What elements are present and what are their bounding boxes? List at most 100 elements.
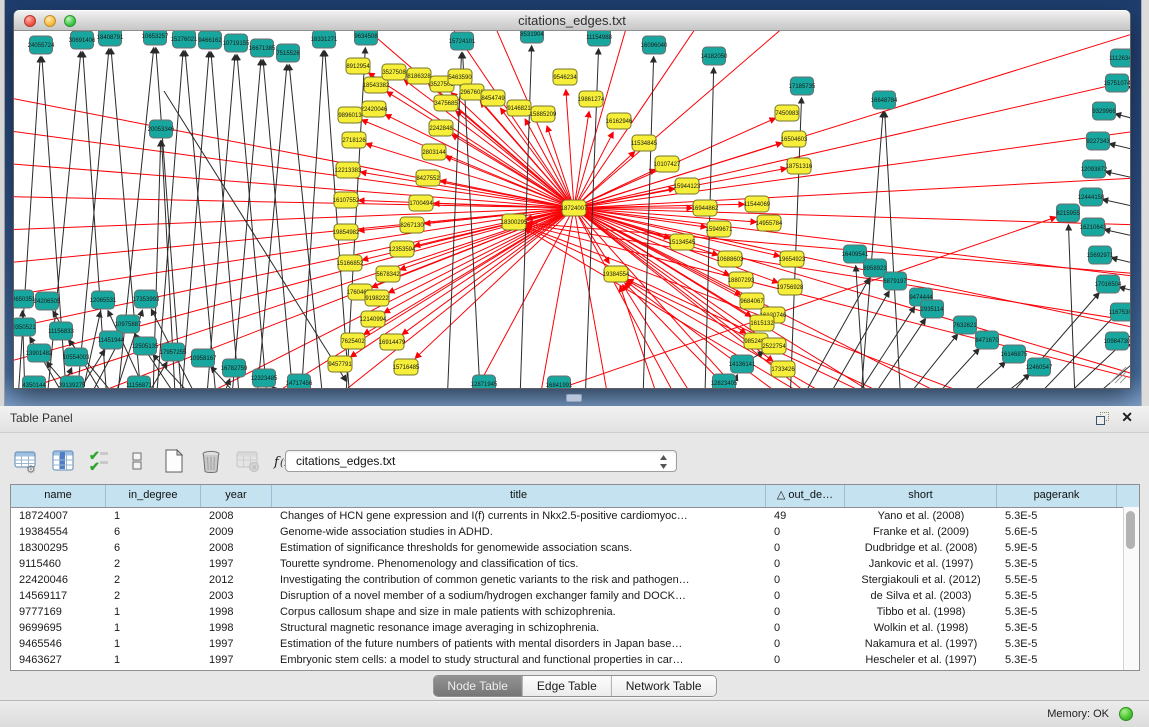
table-row[interactable]: 1830029562008Estimation of significance … (11, 540, 1139, 556)
graph-node[interactable]: 12353594 (389, 241, 416, 257)
graph-node[interactable]: 9684067 (740, 293, 764, 309)
graph-node[interactable]: 16671385 (249, 39, 276, 57)
memory-status-light[interactable] (1119, 707, 1133, 721)
graph-node[interactable]: 14717456 (286, 374, 313, 388)
graph-node[interactable]: 12065531 (90, 291, 117, 309)
graph-node[interactable]: 19756928 (777, 279, 804, 295)
table-scrollbar[interactable] (1123, 507, 1139, 670)
graph-node[interactable]: 19854982 (333, 224, 360, 240)
select-columns-icon[interactable]: ✔✔ (86, 447, 114, 475)
graph-node[interactable]: 15716485 (393, 359, 420, 375)
graph-node[interactable]: 9466162 (198, 31, 222, 49)
graph-node[interactable]: 18300295 (501, 214, 528, 230)
graph-node[interactable]: 16841991 (546, 376, 573, 388)
graph-node[interactable]: 16107552 (333, 192, 360, 208)
graph-node[interactable]: 8454749 (481, 90, 505, 106)
column-header-year[interactable]: year (201, 485, 272, 507)
graph-node[interactable]: 15949671 (706, 221, 733, 237)
show-columns-icon[interactable] (49, 447, 77, 475)
graph-node[interactable]: 12213383 (335, 162, 362, 178)
graph-node[interactable]: 16096040 (641, 36, 668, 54)
graph-node[interactable]: 9546234 (553, 69, 577, 85)
graph-node[interactable]: 18331271 (311, 31, 338, 48)
table-scrollbar-thumb[interactable] (1126, 511, 1135, 549)
column-header-in_degree[interactable]: in_degree (106, 485, 201, 507)
graph-node[interactable]: 11451944 (98, 331, 125, 349)
graph-node[interactable]: 24055724 (28, 36, 55, 54)
graph-node[interactable]: 7515526 (276, 44, 300, 62)
graph-node[interactable]: 18408791 (97, 31, 124, 46)
graph-node[interactable]: 8427552 (416, 170, 440, 186)
graph-node[interactable]: 16914479 (379, 334, 406, 350)
graph-node[interactable]: 8267130 (400, 217, 424, 233)
graph-node[interactable]: 16162946 (606, 113, 633, 129)
graph-node[interactable]: 12871945 (471, 375, 498, 388)
network-view-window[interactable]: citations_edges.txt 18724007183002951938… (13, 10, 1131, 389)
graph-node[interactable]: 18724007 (561, 200, 588, 216)
table-row[interactable]: 1872400712008Changes of HCN gene express… (11, 508, 1139, 524)
table-row[interactable]: 1938455462009Genome-wide association stu… (11, 524, 1139, 540)
graph-node[interactable]: 7632621 (953, 316, 977, 334)
graph-node[interactable]: 10107427 (654, 156, 681, 172)
table-row[interactable]: 977716911998Corpus callosum shape and si… (11, 604, 1139, 620)
graph-node[interactable]: 11675309 (1109, 303, 1130, 321)
table-row[interactable]: 911546021997Tourette syndrome. Phenomeno… (11, 556, 1139, 572)
graph-node[interactable]: 11156833 (48, 322, 74, 340)
graph-node[interactable]: 18807293 (728, 272, 755, 288)
graph-node[interactable]: 8215955 (1056, 204, 1080, 222)
graph-node[interactable]: 11534845 (631, 135, 658, 151)
graph-node[interactable]: 15134545 (669, 234, 696, 250)
tab-edge-table[interactable]: Edge Table (522, 676, 611, 696)
graph-node[interactable]: 16648784 (871, 91, 898, 109)
tab-node-table[interactable]: Node Table (433, 676, 522, 696)
graph-node[interactable]: 15692971 (1087, 246, 1114, 264)
panel-splitter-handle[interactable] (566, 394, 582, 402)
graph-node[interactable]: 22420046 (361, 101, 388, 117)
graph-node[interactable]: 12823405 (711, 374, 738, 388)
graph-node[interactable]: 2718126 (342, 132, 366, 148)
graph-node[interactable]: 15166852 (337, 255, 364, 271)
graph-node[interactable]: 2935114 (921, 300, 945, 318)
graph-node[interactable]: 11154988 (586, 31, 612, 46)
column-header-title[interactable]: title (272, 485, 766, 507)
graph-node[interactable]: 8531904 (520, 31, 544, 43)
graph-node[interactable]: 30691406 (69, 31, 96, 49)
delete-table-icon[interactable] (197, 447, 225, 475)
graph-node[interactable]: 7625402 (341, 333, 365, 349)
graph-node[interactable]: 1733426 (771, 361, 795, 377)
graph-node[interactable]: 17016504 (1095, 275, 1122, 293)
graph-node[interactable]: 15276021 (171, 31, 198, 48)
row-height-icon[interactable] (123, 447, 151, 475)
table-row[interactable]: 946362711997Embryonic stem cells: a mode… (11, 652, 1139, 668)
graph-node[interactable]: 16210643 (1080, 218, 1107, 236)
graph-node[interactable]: 15944123 (674, 178, 701, 194)
graph-node[interactable]: 11156871 (126, 376, 152, 388)
graph-node[interactable]: 11126342 (1109, 49, 1130, 67)
graph-node[interactable]: 10975887 (115, 315, 142, 333)
graph-node[interactable]: 7450983 (775, 105, 799, 121)
column-header-pagerank[interactable]: pagerank (997, 485, 1117, 507)
graph-node[interactable]: 17185735 (789, 77, 816, 95)
graph-node[interactable]: 10958167 (190, 349, 217, 367)
graph-node[interactable]: 10984730 (1104, 332, 1130, 350)
graph-node[interactable]: 1700494 (409, 195, 433, 211)
table-row[interactable]: 1456911722003Disruption of a novel membe… (11, 588, 1139, 604)
graph-node[interactable]: 14955784 (756, 215, 783, 231)
graph-node[interactable]: 39139275 (59, 376, 86, 388)
graph-node[interactable]: 9896013 (338, 107, 362, 123)
tab-network-table[interactable]: Network Table (611, 676, 716, 696)
graph-node[interactable]: 10653257 (142, 31, 169, 45)
close-panel-icon[interactable]: ✕ (1121, 409, 1133, 426)
graph-node[interactable]: 12093872 (1081, 160, 1108, 178)
graph-node[interactable]: 5463590 (448, 69, 472, 85)
graph-node[interactable]: 13901482 (26, 344, 53, 362)
column-header-out_degree[interactable]: △ out_de… (766, 485, 845, 507)
graph-node[interactable]: 16146875 (1001, 345, 1028, 363)
graph-node[interactable]: 12140994 (360, 311, 387, 327)
graph-node[interactable]: 2242848 (429, 120, 453, 136)
graph-node[interactable]: 9227343 (1086, 132, 1110, 150)
graph-node[interactable]: 8471670 (975, 331, 999, 349)
graph-node[interactable]: 9350521 (14, 318, 36, 336)
graph-node[interactable]: 9198222 (365, 290, 389, 306)
graph-node[interactable]: 12323485 (251, 369, 278, 387)
